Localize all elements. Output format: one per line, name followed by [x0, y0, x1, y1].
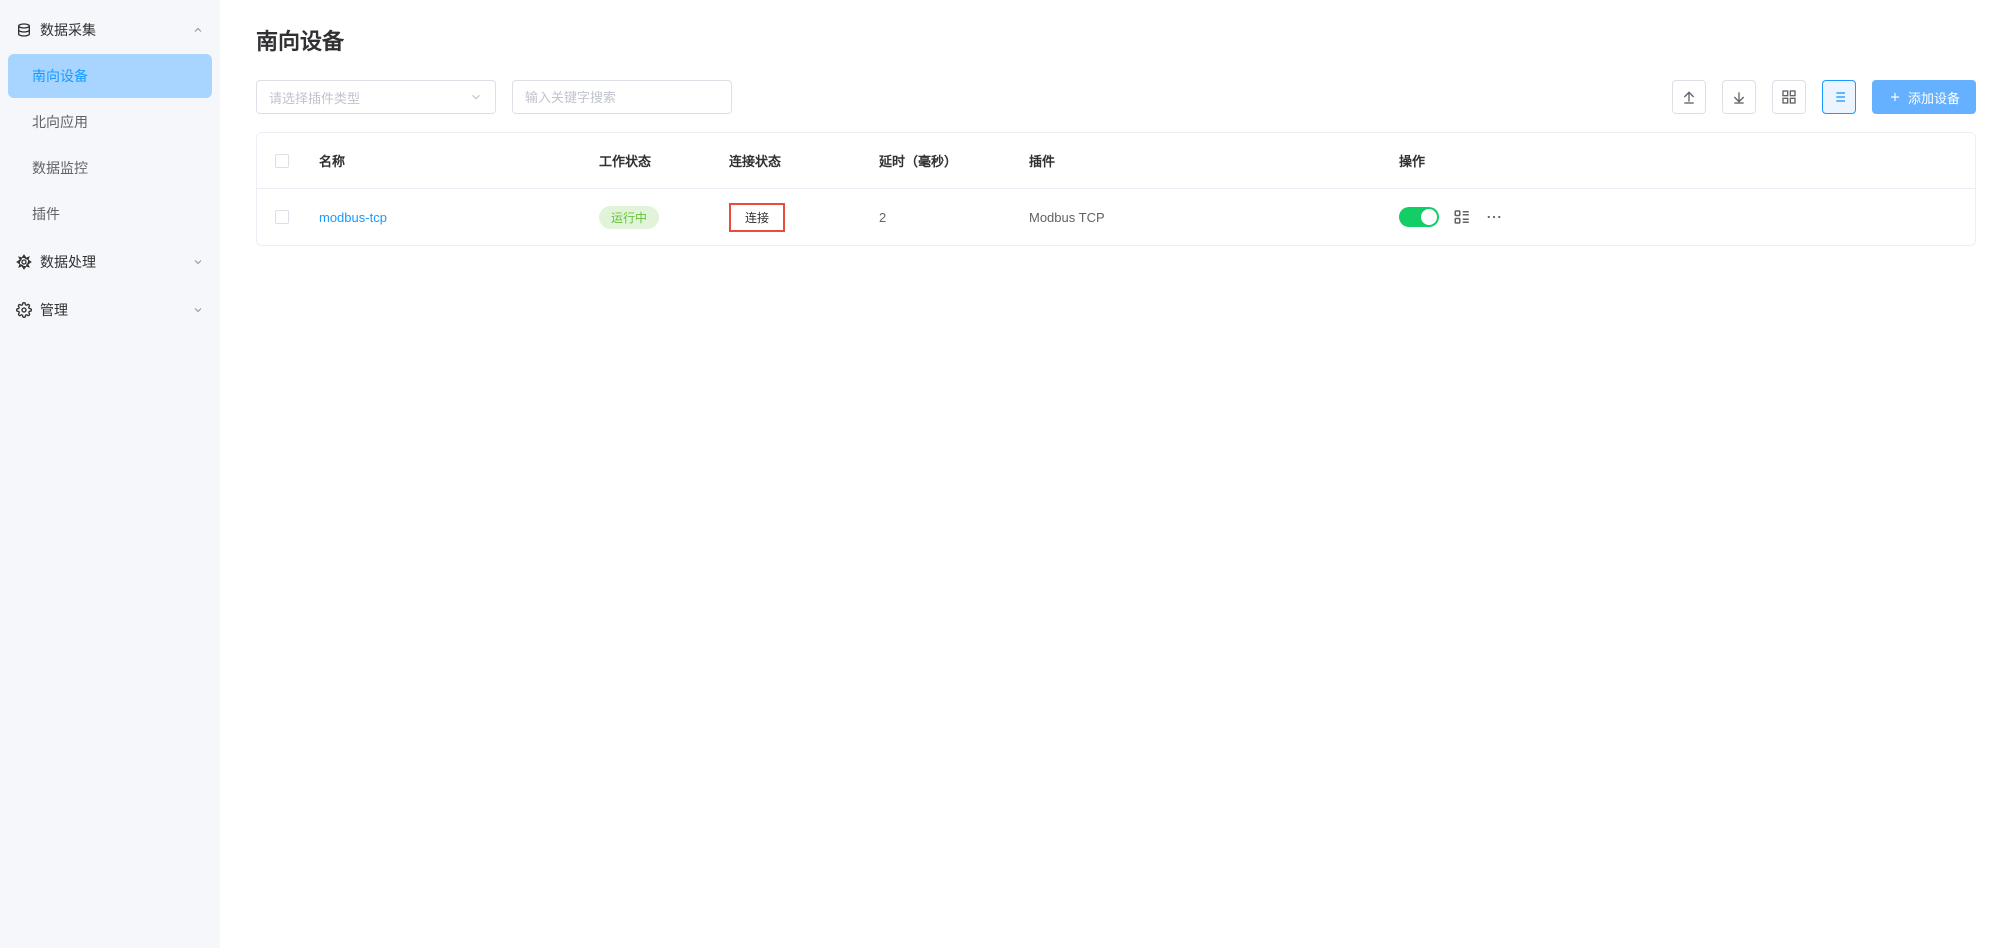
search-input-wrapper — [512, 80, 732, 114]
plugin-type-select[interactable]: 请选择插件类型 — [256, 80, 496, 114]
list-icon — [1831, 89, 1847, 105]
th-conn-status: 连接状态 — [717, 151, 867, 170]
chevron-down-icon — [192, 304, 204, 316]
download-button[interactable] — [1722, 80, 1756, 114]
sidebar-item-south-device[interactable]: 南向设备 — [8, 54, 212, 98]
th-work-status: 工作状态 — [587, 151, 717, 170]
device-name-link[interactable]: modbus-tcp — [319, 210, 387, 225]
th-latency: 延时（毫秒） — [867, 151, 1017, 170]
row-checkbox[interactable] — [275, 210, 289, 224]
upload-icon — [1681, 89, 1697, 105]
device-table: 名称 工作状态 连接状态 延时（毫秒） 插件 操作 modbus-tcp 运行中… — [256, 132, 1976, 246]
gear-icon — [16, 302, 32, 318]
add-button-label: 添加设备 — [1908, 88, 1960, 107]
download-icon — [1731, 89, 1747, 105]
th-plugin: 插件 — [1017, 151, 1387, 170]
menu-group-label: 数据处理 — [40, 252, 96, 272]
sidebar: 数据采集 南向设备 北向应用 数据监控 插件 — [0, 0, 220, 948]
plugin-value: Modbus TCP — [1017, 210, 1387, 225]
menu-group-label: 数据采集 — [40, 20, 96, 40]
sidebar-item-plugin[interactable]: 插件 — [8, 192, 212, 236]
sidebar-item-label: 北向应用 — [32, 112, 88, 132]
table-row: modbus-tcp 运行中 连接 2 Modbus TCP — [257, 189, 1975, 245]
search-input[interactable] — [525, 90, 719, 105]
more-icon[interactable] — [1485, 208, 1503, 226]
th-ops: 操作 — [1387, 151, 1975, 170]
select-all-checkbox[interactable] — [275, 154, 289, 168]
sidebar-item-label: 数据监控 — [32, 158, 88, 178]
menu-group-data-processing[interactable]: 数据处理 — [8, 240, 212, 284]
grid-view-button[interactable] — [1772, 80, 1806, 114]
latency-value: 2 — [867, 210, 1017, 225]
work-status-tag: 运行中 — [599, 206, 659, 229]
chevron-down-icon — [469, 90, 483, 104]
table-header: 名称 工作状态 连接状态 延时（毫秒） 插件 操作 — [257, 133, 1975, 189]
grid-icon — [1781, 89, 1797, 105]
menu-group-label: 管理 — [40, 300, 68, 320]
menu-group-data-collection[interactable]: 数据采集 — [8, 8, 212, 52]
database-icon — [16, 22, 32, 38]
sidebar-item-data-monitor[interactable]: 数据监控 — [8, 146, 212, 190]
chevron-down-icon — [192, 256, 204, 268]
chevron-up-icon — [192, 24, 204, 36]
detail-icon[interactable] — [1453, 208, 1471, 226]
th-name: 名称 — [307, 151, 587, 170]
sidebar-item-north-app[interactable]: 北向应用 — [8, 100, 212, 144]
menu-group-management[interactable]: 管理 — [8, 288, 212, 332]
toolbar: 请选择插件类型 — [256, 80, 1976, 114]
main-content: 南向设备 请选择插件类型 — [220, 0, 2012, 948]
enable-toggle[interactable] — [1399, 207, 1439, 227]
sidebar-item-label: 插件 — [32, 204, 60, 224]
page-title: 南向设备 — [256, 24, 1976, 56]
list-view-button[interactable] — [1822, 80, 1856, 114]
add-device-button[interactable]: 添加设备 — [1872, 80, 1976, 114]
select-placeholder: 请选择插件类型 — [269, 88, 360, 107]
conn-status-highlight: 连接 — [729, 203, 785, 232]
plus-icon — [1888, 90, 1902, 104]
upload-button[interactable] — [1672, 80, 1706, 114]
processing-icon — [16, 254, 32, 270]
sidebar-item-label: 南向设备 — [32, 66, 88, 86]
